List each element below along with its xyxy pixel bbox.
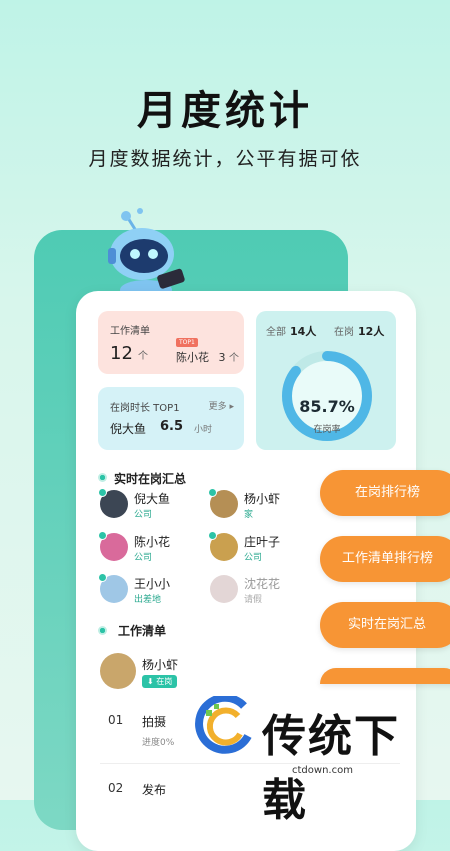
- realtime-section-title: 实时在岗汇总: [114, 472, 187, 486]
- task-name[interactable]: 发布: [142, 781, 166, 798]
- person-status: 出差地: [134, 595, 162, 605]
- section-dot-icon: [98, 473, 107, 482]
- status-badge: ⬇ 在岗: [142, 675, 178, 688]
- task-number: 02: [108, 781, 124, 795]
- work-card-label: 工作清单: [110, 326, 150, 337]
- person-status: 家: [244, 510, 254, 520]
- person-name: 庄叶子: [244, 535, 281, 549]
- on-label: 在岗: [334, 327, 354, 338]
- person-status: 请假: [244, 595, 263, 605]
- work-unit: 个: [138, 351, 148, 362]
- all-label: 全部: [266, 327, 286, 338]
- watermark: 传统下载 ctdown.com: [192, 690, 442, 826]
- person-item[interactable]: 倪大鱼 公司: [98, 488, 220, 522]
- top-count: 3: [218, 351, 226, 364]
- hero-title: 月度统计: [137, 88, 313, 134]
- person-item[interactable]: 杨小虾 家: [208, 488, 330, 522]
- attendance-stats-card: 全部 14人 在岗 12人 85.7% 在岗率: [256, 311, 396, 450]
- section-dot-icon: [98, 626, 107, 635]
- top-unit: 个: [229, 353, 239, 364]
- watermark-logo-icon: [195, 696, 252, 754]
- pill-work-ranking[interactable]: 工作清单排行榜: [320, 536, 450, 582]
- work-list-card[interactable]: 工作清单 12 个 TOP1 陈小花 3 个: [98, 311, 244, 374]
- all-value: 14人: [290, 325, 317, 338]
- online-top-value: 6.5: [160, 419, 184, 434]
- work-count: 12: [110, 343, 133, 364]
- work-user-name: 杨小虾: [142, 658, 179, 672]
- online-dot-icon: [208, 531, 217, 540]
- watermark-domain: ctdown.com: [292, 765, 353, 776]
- online-dot-icon: [98, 531, 107, 540]
- person-name: 陈小花: [134, 535, 171, 549]
- top-badge: TOP1: [176, 338, 198, 347]
- pill-realtime-summary[interactable]: 实时在岗汇总: [320, 602, 450, 648]
- person-name: 倪大鱼: [134, 492, 171, 506]
- person-name: 杨小虾: [244, 492, 281, 506]
- task-number: 01: [108, 713, 124, 727]
- person-name: 王小小: [134, 577, 171, 591]
- online-duration-card[interactable]: 在岗时长 TOP1 更多 ▸ 倪大鱼 6.5 小时: [98, 387, 244, 450]
- online-dot-icon: [98, 573, 107, 582]
- task-progress: 进度0%: [142, 738, 175, 748]
- task-name[interactable]: 拍摄: [142, 713, 166, 730]
- avatar: [210, 575, 238, 603]
- robot-mascot-icon: [108, 208, 185, 298]
- person-item[interactable]: 陈小花 公司: [98, 531, 220, 565]
- person-status: 公司: [134, 510, 153, 520]
- person-item[interactable]: 庄叶子 公司: [208, 531, 330, 565]
- pill-partial: [320, 668, 450, 684]
- person-name: 沈花花: [244, 577, 281, 591]
- top-name: 陈小花: [176, 351, 209, 364]
- work-section-title: 工作清单: [118, 624, 167, 638]
- attendance-rate-label: 在岗率: [313, 425, 341, 435]
- online-card-label: 在岗时长 TOP1: [110, 403, 180, 414]
- person-status: 公司: [134, 553, 153, 563]
- attendance-rate-value: 85.7%: [299, 397, 355, 416]
- pill-online-ranking[interactable]: 在岗排行榜: [320, 470, 450, 516]
- online-top-name: 倪大鱼: [110, 422, 147, 436]
- on-value: 12人: [358, 325, 385, 338]
- more-link[interactable]: 更多 ▸: [209, 399, 234, 412]
- online-dot-icon: [208, 488, 217, 497]
- avatar: [100, 653, 136, 689]
- person-status: 公司: [244, 553, 263, 563]
- person-item[interactable]: 沈花花 请假: [210, 573, 330, 607]
- hero-subtitle: 月度数据统计，公平有据可依: [88, 148, 362, 170]
- online-top-unit: 小时: [194, 425, 213, 435]
- online-dot-icon: [98, 488, 107, 497]
- watermark-text: 传统下载: [262, 711, 400, 826]
- person-item[interactable]: 王小小 出差地: [98, 573, 220, 607]
